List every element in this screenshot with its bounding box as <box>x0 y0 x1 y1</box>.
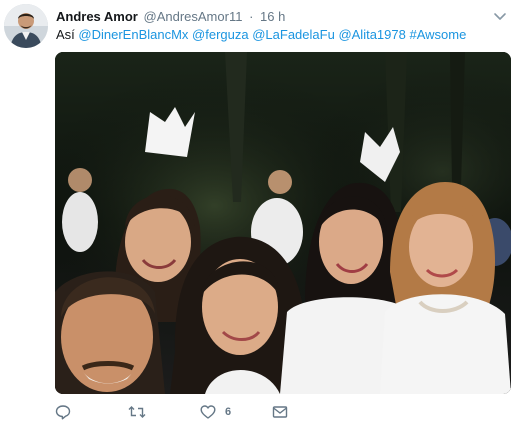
like-count: 6 <box>225 406 232 418</box>
reply-button[interactable] <box>55 403 71 421</box>
retweet-button[interactable] <box>128 403 146 421</box>
tweet: Andres Amor @AndresAmor11 · 16 h Así @Di… <box>0 0 516 423</box>
display-name[interactable]: Andres Amor <box>56 9 138 24</box>
reply-icon <box>55 405 71 420</box>
chevron-down-icon <box>494 13 506 20</box>
retweet-icon <box>128 406 146 418</box>
mention-link[interactable]: @Alita1978 <box>338 27 405 42</box>
separator-dot: · <box>249 9 254 24</box>
tweet-text-prefix: Así <box>56 27 79 42</box>
tweet-header: Andres Amor @AndresAmor11 · 16 h <box>56 8 285 25</box>
direct-message-button[interactable] <box>272 403 288 421</box>
tweet-text: Así @DinerEnBlancMx @ferguza @LaFadelaFu… <box>56 26 466 43</box>
mention-link[interactable]: @ferguza <box>192 27 249 42</box>
mention-link[interactable]: @DinerEnBlancMx <box>78 27 188 42</box>
tweet-photo[interactable] <box>55 52 511 394</box>
envelope-icon <box>272 406 288 418</box>
user-handle[interactable]: @AndresAmor11 <box>144 9 243 24</box>
more-options-button[interactable] <box>492 8 508 24</box>
tweet-timestamp[interactable]: 16 h <box>260 9 285 24</box>
hashtag-link[interactable]: #Awsome <box>409 27 466 42</box>
like-button[interactable]: 6 <box>200 403 231 421</box>
mention-link[interactable]: @LaFadelaFu <box>252 27 335 42</box>
avatar[interactable] <box>4 4 48 48</box>
tweet-actions: 6 <box>55 403 355 421</box>
heart-icon <box>200 405 216 419</box>
